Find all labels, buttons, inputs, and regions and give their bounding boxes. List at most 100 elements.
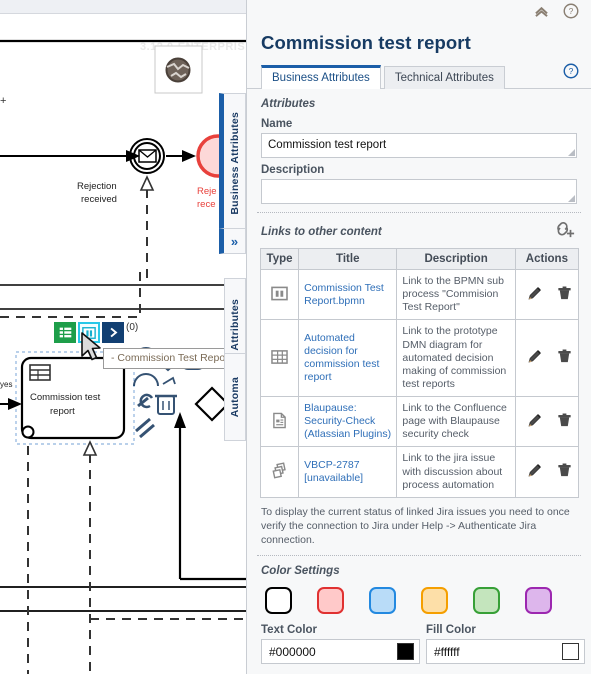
table-icon: [57, 326, 73, 339]
link-description-cell: Link to the prototype DMN diagram for au…: [396, 319, 516, 397]
bpmn-diagram-svg[interactable]: 3.12.0-ENTERPRISE +: [0, 14, 246, 674]
description-field-label: Description: [261, 164, 325, 176]
jira-issue-icon: [272, 461, 286, 479]
text-color-label: Text Color: [261, 624, 318, 637]
link-type-cell: [259, 395, 300, 448]
link-title-link[interactable]: Blaupause: Security-Check (Atlassian Plu…: [304, 402, 391, 440]
confluence-page-icon: [273, 412, 286, 428]
fill-color-label: Fill Color: [426, 624, 476, 637]
tab-help-icon[interactable]: ?: [563, 63, 579, 84]
fill-color-chip[interactable]: [562, 643, 579, 661]
swatch-orange[interactable]: [421, 587, 448, 615]
column-header-actions: Actions: [514, 248, 580, 270]
link-title-cell[interactable]: Automated decision for commission test r…: [298, 319, 398, 397]
table-row[interactable]: VBCP-2787 [unavailable] Link to the jira…: [259, 446, 580, 498]
mouse-cursor-icon: [81, 332, 101, 361]
task-commission-test-report[interactable]: Commission test report: [20, 356, 126, 440]
text-color-value: #000000: [269, 644, 316, 659]
attributes-section-title: Attributes: [261, 98, 316, 110]
link-title-cell[interactable]: Commission Test Report.bpmn: [298, 268, 398, 321]
link-title-link[interactable]: Automated decision for commission test r…: [304, 332, 379, 383]
links-section-title: Links to other content: [261, 225, 382, 238]
table-row[interactable]: Blaupause: Security-Check (Atlassian Plu…: [259, 395, 580, 448]
link-count-label: (0): [126, 322, 139, 333]
red-event-label-line2: rece: [197, 199, 215, 210]
name-input[interactable]: Commission test report: [261, 133, 577, 158]
link-actions-cell: [514, 268, 580, 321]
column-header-title: Title: [298, 248, 398, 270]
swatch-green[interactable]: [473, 587, 500, 615]
link-actions-cell: [514, 395, 580, 448]
delete-icon[interactable]: [155, 394, 177, 415]
link-title-link[interactable]: Commission Test Report.bpmn: [304, 282, 384, 307]
fill-color-value: #ffffff: [434, 644, 460, 659]
context-pad-dmn-table-button[interactable]: [54, 322, 76, 343]
fill-color-input[interactable]: #ffffff: [426, 639, 585, 665]
edit-icon[interactable]: [526, 285, 543, 305]
tab-business-attributes[interactable]: Business Attributes: [261, 65, 381, 89]
color-swatch-row: [247, 577, 591, 615]
link-plus-icon[interactable]: [555, 220, 577, 243]
swatch-white[interactable]: [265, 587, 292, 615]
edit-icon[interactable]: [526, 462, 543, 482]
delete-icon[interactable]: [556, 348, 573, 368]
collapse-up-icon[interactable]: [534, 5, 549, 18]
bpmn-subprocess-icon: [271, 286, 288, 301]
side-tab-business-attributes[interactable]: Business Attributes: [219, 93, 246, 234]
canvas-toolbar-strip: [0, 0, 246, 14]
jira-connection-note: To display the current status of linked …: [261, 505, 570, 547]
swatch-purple[interactable]: [525, 587, 552, 615]
links-table-header-row: Type Title Description Actions: [259, 248, 580, 270]
side-tab-automated[interactable]: Automa: [224, 353, 246, 441]
link-actions-cell: [514, 446, 580, 498]
dmn-table-icon: [271, 349, 288, 364]
side-tab-automated-label: Automa: [229, 376, 241, 418]
delete-icon[interactable]: [556, 285, 573, 305]
color-inputs-row: Text Color #000000 Fill Color #ffffff: [247, 614, 591, 665]
swatch-red[interactable]: [317, 587, 344, 615]
edit-icon[interactable]: [526, 348, 543, 368]
link-type-cell: [259, 268, 300, 321]
description-input[interactable]: [261, 179, 577, 204]
panel-topbar: ?: [247, 0, 591, 22]
text-color-input[interactable]: #000000: [261, 639, 420, 665]
tab-technical-attributes[interactable]: Technical Attributes: [383, 66, 505, 89]
link-actions-cell: [514, 319, 580, 397]
text-color-chip[interactable]: [397, 643, 414, 661]
links-section-header: Links to other content: [247, 213, 591, 248]
link-type-cell: [259, 446, 300, 498]
side-tab-expand-button[interactable]: »: [219, 228, 246, 254]
app-root: 3.12.0-ENTERPRISE +: [0, 0, 591, 674]
bpmn-diagram-canvas[interactable]: 3.12.0-ENTERPRISE +: [0, 0, 246, 674]
color-settings-title: Color Settings: [261, 565, 340, 578]
delete-icon[interactable]: [556, 462, 573, 482]
column-header-description: Description: [396, 248, 516, 270]
fill-color-field: Fill Color #ffffff: [426, 624, 585, 665]
link-description-cell: Link to the BPMN sub process "Commision …: [396, 268, 516, 321]
flow-label-yes: yes: [0, 380, 12, 389]
table-row[interactable]: Automated decision for commission test r…: [259, 319, 580, 397]
table-row[interactable]: Commission Test Report.bpmn Link to the …: [259, 268, 580, 321]
link-title-cell[interactable]: Blaupause: Security-Check (Atlassian Plu…: [298, 395, 398, 448]
chevron-right-icon: [109, 327, 117, 338]
task-label-line2: report: [50, 406, 75, 417]
help-circle-icon[interactable]: ?: [563, 3, 579, 19]
svg-text:?: ?: [569, 66, 574, 76]
link-title-link[interactable]: VBCP-2787 [unavailable]: [304, 459, 363, 484]
panel-tabstrip: Business Attributes Technical Attributes…: [247, 62, 591, 89]
task-label-line1: Commission test: [30, 392, 101, 403]
link-title-cell[interactable]: VBCP-2787 [unavailable]: [298, 446, 398, 498]
column-header-type: Type: [259, 248, 300, 270]
properties-panel: ? Commission test report Business Attrib…: [246, 0, 591, 674]
delete-icon[interactable]: [556, 412, 573, 432]
link-description-cell: Link to the Confluence page with Blaupau…: [396, 395, 516, 448]
edit-icon[interactable]: [526, 412, 543, 432]
name-field-label: Name: [261, 118, 293, 130]
tab-business-attributes-label: Business Attributes: [272, 72, 370, 84]
side-tab-attributes-label: Attributes: [229, 298, 241, 351]
side-tab-business-attributes-label: Business Attributes: [228, 112, 241, 215]
text-color-field: Text Color #000000: [261, 624, 420, 665]
svg-text:+: +: [0, 95, 6, 107]
link-description-cell: Link to the jira issue with discussion a…: [396, 446, 516, 498]
swatch-blue[interactable]: [369, 587, 396, 615]
